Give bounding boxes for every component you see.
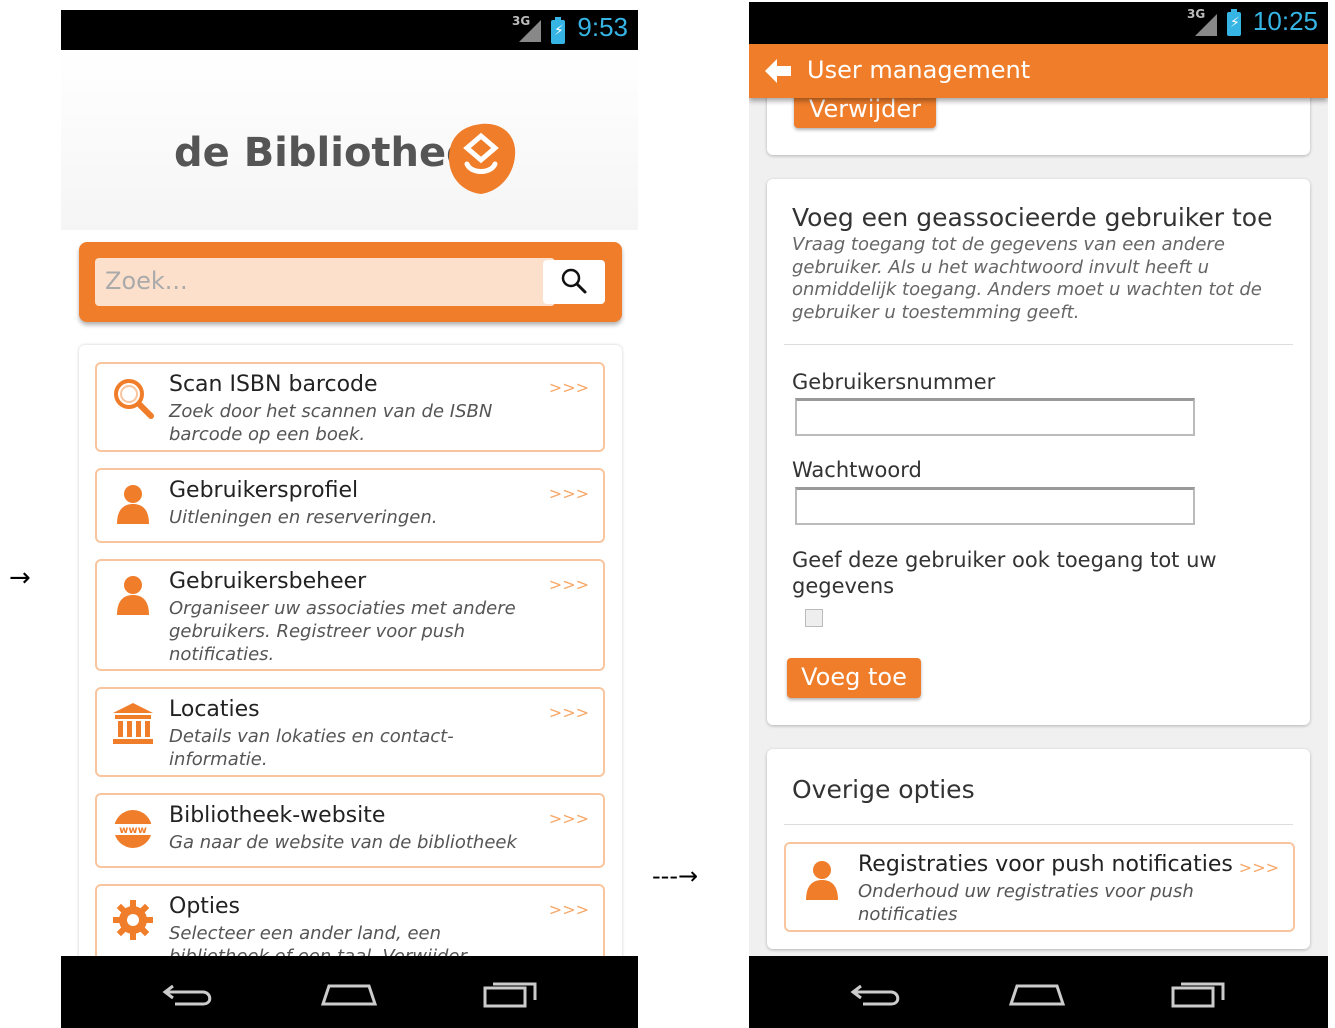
back-icon (850, 984, 900, 1006)
divider (784, 344, 1293, 345)
menu-item-title: Scan ISBN barcode (169, 372, 378, 397)
menu-item-desc: Ga naar de website van de bibliotheek (169, 832, 517, 853)
user-number-label: Gebruikersnummer (792, 370, 996, 394)
chevron-arrows-icon: >>> (548, 809, 589, 828)
back-nav-button[interactable] (159, 974, 219, 1014)
signal-icon (1195, 14, 1217, 36)
search-button[interactable] (543, 260, 605, 304)
menu-list: Scan ISBN barcode Zoek door het scannen … (79, 345, 622, 1004)
chevron-arrows-icon: >>> (548, 575, 589, 594)
menu-item-scan-isbn[interactable]: Scan ISBN barcode Zoek door het scannen … (95, 362, 605, 452)
chevron-arrows-icon: >>> (548, 484, 589, 503)
app-bar: User management (749, 44, 1328, 98)
home-nav-button[interactable] (319, 974, 379, 1014)
app-bar-title: User management (807, 56, 1031, 84)
status-time: 9:53 (577, 12, 628, 42)
password-input[interactable] (795, 487, 1195, 525)
divider (784, 824, 1293, 825)
flow-arrow: → (9, 563, 31, 593)
chevron-arrows-icon: >>> (548, 900, 589, 919)
add-user-heading: Voeg een geassocieerde gebruiker toe (792, 203, 1273, 232)
other-options-card: Overige opties Registraties voor push no… (767, 749, 1310, 949)
chevron-arrows-icon: >>> (548, 703, 589, 722)
password-label: Wachtwoord (792, 458, 922, 482)
grant-access-checkbox[interactable] (805, 609, 823, 627)
gear-icon (113, 900, 153, 940)
other-options-heading: Overige opties (792, 775, 975, 804)
battery-icon: ⚡ (1227, 9, 1241, 36)
magnifier-icon (114, 379, 154, 419)
menu-item-desc: Details van lokaties en contact-informat… (169, 726, 454, 770)
menu-item-desc: Organiseer uw associaties met andere geb… (169, 598, 516, 665)
menu-item-push-registrations[interactable]: Registraties voor push notificaties Onde… (784, 842, 1295, 932)
menu-item-title: Opties (169, 894, 241, 919)
home-nav-button[interactable] (1007, 974, 1067, 1014)
user-icon (117, 576, 149, 615)
recent-apps-icon (1171, 982, 1225, 1008)
user-icon (806, 861, 838, 900)
status-bar: 3G ⚡ 9:53 (61, 10, 638, 50)
svg-text:www: www (119, 825, 147, 836)
user-icon (117, 485, 149, 524)
status-time: 10:25 (1252, 6, 1318, 36)
menu-item-user-management[interactable]: Gebruikersbeheer Organiseer uw associati… (95, 559, 605, 671)
menu-item-title: Gebruikersprofiel (169, 478, 359, 503)
library-building-icon (113, 703, 153, 744)
back-nav-button[interactable] (847, 974, 907, 1014)
recent-apps-icon (483, 982, 537, 1008)
grant-access-label: Geef deze gebruiker ook toegang tot uw g… (792, 548, 1217, 598)
menu-item-desc: Uitleningen en reserveringen. (169, 507, 438, 528)
signal-icon (519, 20, 541, 42)
search-field (95, 258, 555, 306)
menu-item-title: Bibliotheek-website (169, 803, 386, 828)
phone-screen-home: 3G ⚡ 9:53 de Bibliotheek Zoek... Scan IS… (61, 10, 638, 1028)
menu-item-locations[interactable]: Locaties Details van lokaties en contact… (95, 687, 605, 777)
menu-item-title: Locaties (169, 697, 260, 722)
home-icon (1008, 984, 1066, 1006)
recent-apps-nav-button[interactable] (481, 974, 541, 1014)
header: de Bibliotheek (61, 50, 638, 230)
navigation-bar (749, 956, 1328, 1028)
menu-item-user-profile[interactable]: Gebruikersprofiel Uitleningen en reserve… (95, 468, 605, 543)
battery-icon: ⚡ (551, 17, 565, 44)
back-icon (162, 984, 212, 1006)
user-number-input[interactable] (795, 398, 1195, 436)
menu-item-title: Registraties voor push notificaties (858, 852, 1233, 877)
phone-screen-user-management: 3G ⚡ 10:25 User management Verwijder Voe… (749, 2, 1328, 1028)
menu-item-library-website[interactable]: www Bibliotheek-website Ga naar de websi… (95, 793, 605, 868)
back-arrow-icon[interactable] (763, 56, 795, 86)
menu-item-desc: Zoek door het scannen van de ISBN barcod… (169, 401, 493, 445)
chevron-arrows-icon: >>> (1238, 858, 1279, 877)
search-input[interactable] (95, 258, 547, 304)
recent-apps-nav-button[interactable] (1169, 974, 1229, 1014)
menu-item-desc: Onderhoud uw registraties voor push noti… (858, 881, 1194, 925)
navigation-bar (61, 956, 638, 1028)
search-bar (79, 242, 622, 322)
add-button[interactable]: Voeg toe (787, 658, 921, 698)
flow-arrow-dashed: ---→ (652, 862, 699, 890)
status-bar: 3G ⚡ 10:25 (749, 2, 1328, 44)
search-icon (561, 268, 587, 294)
home-icon (320, 984, 378, 1006)
add-associated-user-card: Voeg een geassocieerde gebruiker toe Vra… (767, 179, 1310, 725)
menu-item-title: Gebruikersbeheer (169, 569, 367, 594)
www-globe-icon: www (113, 810, 153, 848)
add-user-description: Vraag toegang tot de gegevens van een an… (792, 234, 1262, 323)
library-logo-icon (449, 123, 516, 194)
chevron-arrows-icon: >>> (548, 378, 589, 397)
